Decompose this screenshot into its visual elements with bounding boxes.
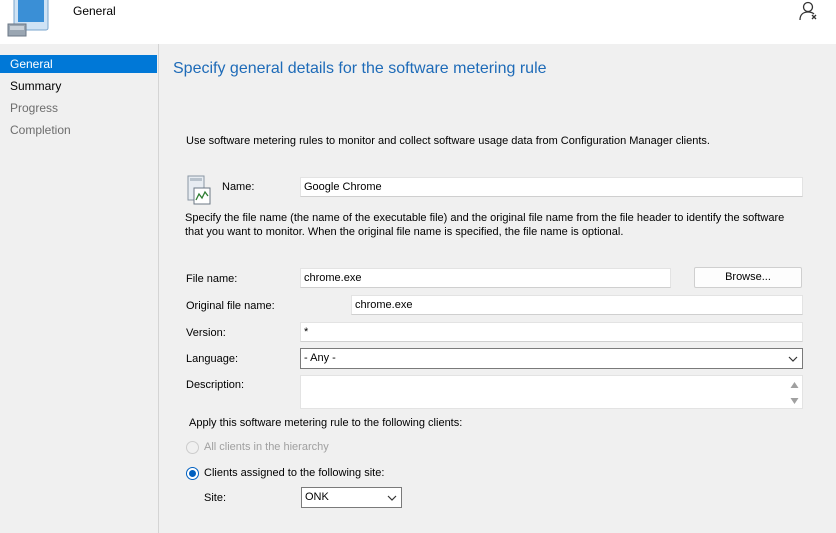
radio-all-clients (186, 441, 199, 454)
user-help-icon[interactable] (798, 0, 820, 22)
page-title: Specify general details for the software… (173, 60, 547, 77)
original-file-name-label: Original file name: (186, 300, 275, 312)
chevron-down-icon (387, 493, 397, 503)
wizard-header-title: General (73, 4, 116, 18)
wizard-header: General (0, 0, 836, 44)
scroll-down-arrow-icon[interactable] (790, 396, 799, 404)
intro-text: Use software metering rules to monitor a… (186, 135, 710, 147)
nav-item-general[interactable]: General (0, 55, 157, 73)
nav-item-summary[interactable]: Summary (0, 77, 157, 95)
wizard-content: Specify general details for the software… (159, 44, 836, 533)
description-label: Description: (186, 379, 245, 391)
site-select-value: ONK (305, 491, 329, 503)
radio-assigned-site[interactable] (186, 467, 199, 480)
site-select[interactable]: ONK (301, 487, 402, 508)
browse-button[interactable]: Browse... (694, 267, 802, 288)
metering-rule-icon (185, 174, 213, 208)
nav-item-completion: Completion (10, 123, 71, 137)
name-label: Name: (222, 181, 255, 193)
site-label: Site: (204, 492, 227, 504)
language-label: Language: (186, 353, 238, 365)
description-field[interactable] (300, 375, 803, 409)
name-field[interactable]: Google Chrome (300, 177, 803, 197)
chevron-down-icon (788, 354, 798, 364)
wizard-steps-nav: General Summary Progress Completion (0, 44, 158, 533)
apply-rule-label: Apply this software metering rule to the… (189, 417, 463, 429)
computer-wizard-icon (4, 0, 56, 38)
radio-all-clients-label: All clients in the hierarchy (204, 441, 329, 453)
version-field[interactable]: * (300, 322, 803, 342)
language-select-value: - Any - (304, 352, 336, 364)
file-name-field[interactable]: chrome.exe (300, 268, 671, 288)
file-description-text: Specify the file name (the name of the e… (185, 212, 785, 238)
file-name-label: File name: (186, 273, 238, 285)
original-file-name-field[interactable]: chrome.exe (351, 295, 803, 315)
scroll-up-arrow-icon[interactable] (790, 380, 799, 388)
version-label: Version: (186, 327, 226, 339)
nav-item-progress: Progress (10, 101, 59, 115)
language-select[interactable]: - Any - (300, 348, 803, 369)
radio-assigned-site-label[interactable]: Clients assigned to the following site: (204, 467, 384, 479)
